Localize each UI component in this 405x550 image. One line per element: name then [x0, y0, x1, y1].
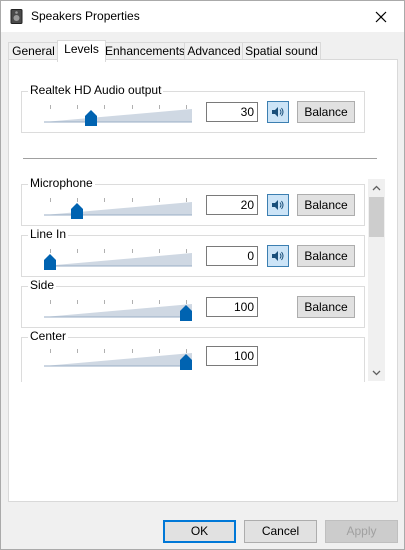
apply-button[interactable]: Apply [325, 520, 398, 543]
slider-tick [158, 198, 160, 202]
channel-group-side: Side 100 Balance [21, 278, 365, 328]
center-slider[interactable] [44, 344, 194, 374]
master-mute-button[interactable] [267, 101, 289, 123]
speaker-icon [272, 251, 284, 261]
slider-tick [186, 198, 187, 202]
line-in-value[interactable]: 0 [206, 246, 258, 266]
group-label: Side [28, 278, 57, 292]
slider-tick [104, 249, 106, 253]
channel-group-center: Center 100 [21, 329, 365, 382]
microphone-value[interactable]: 20 [206, 195, 258, 215]
slider-tick [158, 249, 160, 253]
group-label: Microphone [28, 176, 95, 190]
slider-tick [50, 249, 51, 253]
slider-thumb[interactable] [44, 254, 56, 270]
title-bar: Speakers Properties [1, 1, 404, 32]
slider-tick [186, 349, 187, 353]
divider [23, 158, 377, 159]
center-value[interactable]: 100 [206, 346, 258, 366]
tab-label: Advanced [187, 44, 241, 58]
group-label: Realtek HD Audio output [28, 83, 164, 97]
slider-track [44, 109, 192, 123]
side-value[interactable]: 100 [206, 297, 258, 317]
master-volume-group: Realtek HD Audio output 30 Balance [21, 83, 365, 133]
slider-thumb[interactable] [180, 354, 192, 370]
line-in-balance-button[interactable]: Balance [297, 245, 355, 267]
line-in-slider[interactable] [44, 244, 194, 274]
slider-tick [158, 300, 160, 304]
slider-tick [50, 105, 51, 109]
speaker-icon [272, 200, 284, 210]
slider-tick [77, 300, 79, 304]
slider-tick [158, 105, 160, 109]
scroll-down-button[interactable] [368, 364, 385, 381]
microphone-slider[interactable] [44, 193, 194, 223]
tab-spatial-sound[interactable]: Spatial sound [242, 42, 321, 60]
group-label: Line In [28, 227, 69, 241]
master-volume-slider[interactable] [44, 100, 194, 130]
slider-tick [50, 300, 51, 304]
slider-thumb[interactable] [71, 203, 84, 219]
master-volume-value[interactable]: 30 [206, 102, 258, 122]
slider-tick [104, 300, 106, 304]
slider-tick [77, 105, 79, 109]
slider-track [44, 253, 192, 267]
microphone-balance-button[interactable]: Balance [297, 194, 355, 216]
slider-tick [131, 349, 133, 353]
slider-tick [77, 198, 79, 202]
tab-label: Enhancements [105, 44, 186, 58]
tab-label: General [12, 44, 55, 58]
line-in-mute-button[interactable] [267, 245, 289, 267]
cancel-button[interactable]: Cancel [244, 520, 317, 543]
slider-tick [131, 105, 133, 109]
slider-tick [104, 349, 106, 353]
slider-track [44, 304, 192, 318]
tab-advanced[interactable]: Advanced [184, 42, 244, 60]
tab-general[interactable]: General [8, 42, 59, 60]
channels-scrollbar[interactable] [368, 179, 385, 381]
tab-levels[interactable]: Levels [57, 40, 106, 62]
slider-thumb[interactable] [84, 110, 97, 126]
chevron-up-icon [372, 185, 381, 190]
window-title: Speakers Properties [31, 9, 140, 23]
slider-tick [186, 105, 187, 109]
speaker-icon [272, 107, 284, 117]
slider-tick [50, 198, 51, 202]
slider-track [44, 353, 192, 367]
channel-group-microphone: Microphone 20 Balance [21, 176, 365, 226]
channel-group-line-in: Line In 0 Balance [21, 227, 365, 277]
tab-label: Levels [64, 42, 99, 56]
microphone-mute-button[interactable] [267, 194, 289, 216]
slider-track [44, 202, 192, 216]
slider-thumb[interactable] [180, 305, 192, 321]
slider-tick [186, 300, 187, 304]
properties-window: Speakers Properties General Levels Enhan… [0, 0, 405, 550]
slider-tick [77, 249, 79, 253]
scroll-thumb[interactable] [369, 197, 384, 237]
slider-tick [77, 349, 79, 353]
ok-button[interactable]: OK [163, 520, 236, 543]
close-icon [375, 11, 387, 22]
slider-tick [131, 249, 133, 253]
speaker-device-icon [10, 9, 23, 24]
scroll-up-button[interactable] [368, 179, 385, 196]
slider-tick [104, 198, 106, 202]
side-slider[interactable] [44, 295, 194, 325]
slider-tick [186, 249, 187, 253]
slider-tick [104, 105, 106, 109]
slider-tick [131, 300, 133, 304]
group-label: Center [28, 329, 69, 343]
slider-tick [158, 349, 160, 353]
side-balance-button[interactable]: Balance [297, 296, 355, 318]
chevron-down-icon [372, 370, 381, 375]
tab-enhancements[interactable]: Enhancements [104, 42, 186, 60]
slider-tick [131, 198, 133, 202]
slider-tick [50, 349, 51, 353]
close-button[interactable] [358, 1, 404, 32]
tab-label: Spatial sound [245, 44, 318, 58]
master-balance-button[interactable]: Balance [297, 101, 355, 123]
